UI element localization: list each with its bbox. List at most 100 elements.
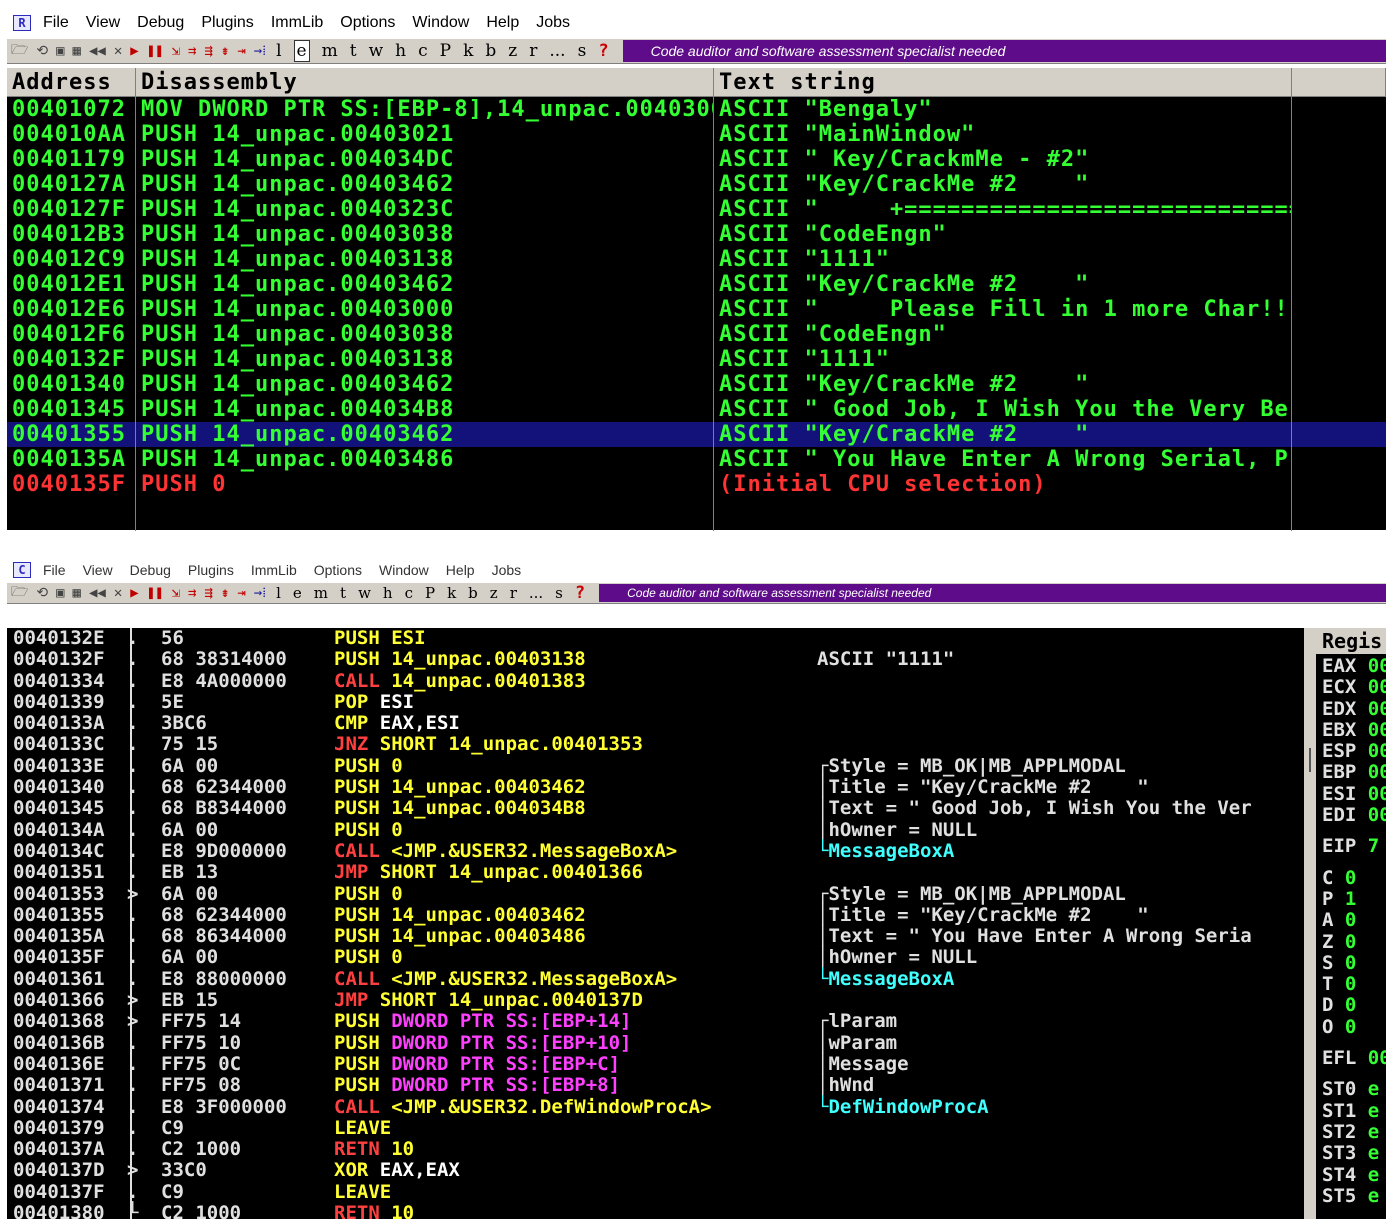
window-memory-button[interactable]: m [322, 41, 338, 61]
disasm-row[interactable]: 0040133E. 6A 00 PUSH 0 ┌Style = MB_OK|MB_AP… [7, 755, 1304, 777]
register-row[interactable]: EIP 7 [1316, 836, 1386, 857]
help-button[interactable]: ? [575, 583, 585, 603]
register-row[interactable]: D 0 [1316, 995, 1386, 1016]
disasm-row[interactable]: 0040133C. 75 15 JNZ SHORT 14_unpac.0040135… [7, 734, 1304, 756]
disasm-row[interactable]: 0040136E. FF75 0C PUSH DWORD PTR SS:[EBP+C… [7, 1053, 1304, 1075]
trace-into-icon[interactable]: ⇶ [204, 585, 212, 601]
restart-icon[interactable]: ⟲ [36, 585, 48, 601]
window-threads-button[interactable]: t [340, 584, 346, 602]
window-breakpoints-button[interactable]: b [468, 584, 478, 602]
header-text-string[interactable]: Text string [714, 68, 1292, 96]
menu-plugins[interactable]: Plugins [188, 562, 234, 578]
header-address[interactable]: Address [7, 68, 136, 96]
window-patches-button[interactable]: P [425, 584, 435, 602]
register-row[interactable]: EAX 00 [1316, 655, 1386, 677]
menu-window[interactable]: Window [379, 562, 429, 578]
ad-banner[interactable]: Code auditor and software assessment spe… [622, 40, 1386, 62]
register-row[interactable]: EBP 00 [1316, 762, 1386, 783]
ad-banner[interactable]: Code auditor and software assessment spe… [599, 584, 1386, 602]
close-icon[interactable]: ✕ [114, 585, 122, 601]
window-memory-button[interactable]: m [314, 584, 328, 602]
menu-jobs[interactable]: Jobs [492, 562, 522, 578]
step-over-icon[interactable]: ⇉ [188, 585, 196, 601]
string-row[interactable]: 004012E6 PUSH 14_unpac.00403000 ASCII " Pl… [7, 297, 1386, 322]
window-threads-button[interactable]: t [350, 41, 357, 61]
window-patches-button[interactable]: P [440, 41, 451, 61]
help-button[interactable]: ? [598, 41, 608, 61]
register-row[interactable]: ST4 e [1316, 1164, 1386, 1186]
disasm-row[interactable]: 0040132F. 68 38314000 PUSH 14_unpac.004031… [7, 648, 1304, 670]
window-log-button[interactable]: l [276, 41, 281, 61]
goto-icon[interactable]: →⁞ [254, 585, 266, 602]
menu-plugins[interactable]: Plugins [201, 14, 253, 32]
string-row[interactable]: 004012C9 PUSH 14_unpac.00403138 ASCII "111… [7, 247, 1386, 272]
string-row[interactable]: 00401340 PUSH 14_unpac.00403462 ASCII "Key… [7, 372, 1386, 397]
window-hwbreakpoints-button[interactable]: z [490, 584, 498, 602]
menu-immlib[interactable]: ImmLib [271, 14, 323, 32]
window-modules-button[interactable]: e [293, 584, 302, 602]
header-disassembly[interactable]: Disassembly [136, 68, 714, 96]
step-into-icon[interactable]: ⇲ [172, 585, 180, 601]
register-row[interactable]: ST3 e [1316, 1143, 1386, 1164]
menu-help[interactable]: Help [446, 562, 475, 578]
trace-into-icon[interactable]: ⇶ [204, 43, 212, 59]
disasm-row[interactable]: 00401366 > EB 15 JMP SHORT 14_unpac.0040137… [7, 989, 1304, 1011]
window-cpu-button[interactable]: c [405, 584, 413, 602]
disasm-row[interactable]: 0040136B. FF75 10 PUSH DWORD PTR SS:[EBP+1… [7, 1032, 1304, 1054]
run-icon[interactable]: ▶ [130, 585, 138, 601]
execute-till-return-icon[interactable]: ⇥ [237, 585, 245, 601]
string-row[interactable]: 00401355 PUSH 14_unpac.00403462 ASCII "Key… [7, 422, 1386, 447]
rewind-icon[interactable]: ◀◀ [89, 43, 106, 59]
window-modules-button[interactable]: e [293, 40, 310, 62]
disasm-row[interactable]: 0040132E. 56 PUSH ESI [7, 628, 1304, 649]
disasm-row[interactable]: 0040135A. 68 86344000 PUSH 14_unpac.004034… [7, 925, 1304, 947]
register-row[interactable]: T 0 [1316, 974, 1386, 995]
window-callstack-button[interactable]: k [447, 584, 456, 602]
register-row[interactable]: O 0 [1316, 1016, 1386, 1038]
menu-file[interactable]: File [43, 14, 69, 32]
register-row[interactable]: A 0 [1316, 910, 1386, 931]
window-breakpoints-button[interactable]: b [485, 41, 496, 61]
rewind-icon[interactable]: ◀◀ [89, 585, 106, 601]
menu-options[interactable]: Options [314, 562, 362, 578]
menu-debug[interactable]: Debug [130, 562, 171, 578]
register-row[interactable]: C 0 [1316, 867, 1386, 889]
disasm-row[interactable]: 00401355. 68 62344000 PUSH 14_unpac.004034… [7, 904, 1304, 926]
register-row[interactable]: ST1 e [1316, 1100, 1386, 1122]
disasm-row[interactable]: 00401339. 5E POP ESI [7, 691, 1304, 713]
window-source-button[interactable]: s [578, 41, 587, 61]
register-row[interactable]: ESP 00 [1316, 741, 1386, 762]
registers-pane[interactable]: Regis EAX 00 ECX 00 EDX 00 EBX 00 ESP 00 EBP … [1316, 628, 1386, 1219]
window-hwbreakpoints-button[interactable]: z [508, 41, 517, 61]
string-row[interactable]: 004012F6 PUSH 14_unpac.00403038 ASCII "Cod… [7, 322, 1386, 347]
menu-jobs[interactable]: Jobs [536, 14, 570, 32]
window-runtrace-button[interactable]: ... [529, 584, 543, 602]
disasm-row[interactable]: 00401380 └ C2 1000 RETN 10 [7, 1202, 1304, 1219]
menu-options[interactable]: Options [340, 14, 395, 32]
window-callstack-button[interactable]: k [463, 41, 473, 61]
register-row[interactable]: EFL 00 [1316, 1047, 1386, 1069]
disasm-row[interactable]: 00401345. 68 B8344000 PUSH 14_unpac.004034… [7, 798, 1304, 820]
attach-icon[interactable]: ▦ [73, 43, 81, 59]
window-references-button[interactable]: r [529, 41, 537, 61]
disasm-row[interactable]: 00401368 > FF75 14 PUSH DWORD PTR SS:[EBP+1… [7, 1011, 1304, 1033]
disasm-row[interactable]: 00401374. E8 3F000000 CALL <JMP.&USER32.De… [7, 1096, 1304, 1118]
open-icon[interactable]: 🗁 [11, 39, 28, 63]
register-row[interactable]: EDX 00 [1316, 698, 1386, 720]
run-icon[interactable]: ▶ [130, 43, 138, 59]
disasm-row[interactable]: 0040137D >33C0 XOR EAX,EAX [7, 1160, 1304, 1182]
register-row[interactable]: ST0 e [1316, 1079, 1386, 1100]
disasm-row[interactable]: 0040134A. 6A 00 PUSH 0 │hOwner = NULL [7, 819, 1304, 841]
close-icon[interactable]: ✕ [114, 43, 122, 59]
string-row[interactable]: 004010AA PUSH 14_unpac.00403021 ASCII "Mai… [7, 122, 1386, 147]
window-handles-button[interactable]: h [383, 584, 393, 602]
disasm-row[interactable]: 0040137A. C2 1000 RETN 10 [7, 1138, 1304, 1160]
window-log-button[interactable]: l [276, 584, 281, 602]
window-references-button[interactable]: r [510, 584, 517, 602]
string-row[interactable]: 0040127A PUSH 14_unpac.00403462 ASCII "Key… [7, 172, 1386, 197]
step-over-icon[interactable]: ⇉ [188, 43, 196, 59]
string-row[interactable]: 00401345 PUSH 14_unpac.004034B8 ASCII " Go… [7, 397, 1386, 422]
register-row[interactable]: ESI 00 [1316, 783, 1386, 805]
register-row[interactable]: Z 0 [1316, 931, 1386, 953]
menu-window[interactable]: Window [412, 14, 469, 32]
